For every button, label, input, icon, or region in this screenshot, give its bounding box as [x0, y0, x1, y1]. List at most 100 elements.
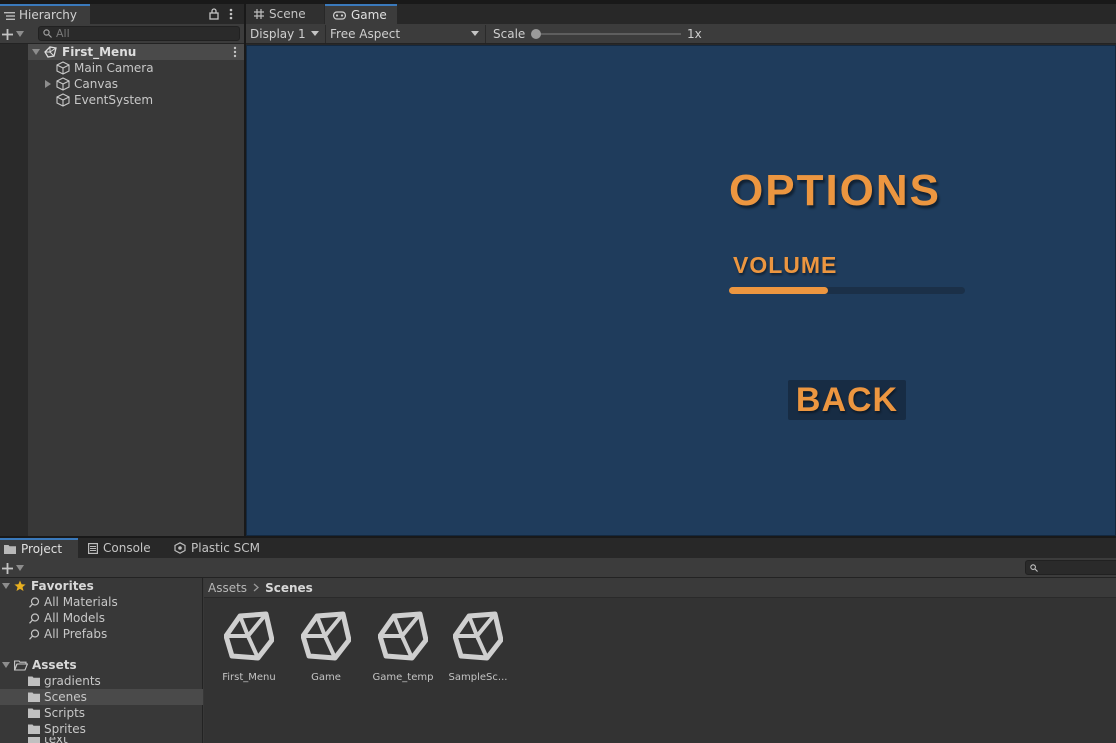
- folder-label: Sprites: [44, 722, 86, 736]
- hierarchy-gutter: [0, 44, 28, 536]
- expand-arrow-icon[interactable]: [45, 80, 51, 88]
- search-icon: [1030, 563, 1038, 572]
- project-toolbar: [0, 558, 1116, 578]
- folder-icon: [4, 545, 16, 554]
- create-asset-button[interactable]: [2, 560, 32, 576]
- project-search-field[interactable]: [1025, 560, 1116, 575]
- display-value: Display 1: [250, 27, 306, 41]
- favorite-item-prefabs[interactable]: All Prefabs: [0, 626, 203, 642]
- hierarchy-item-main-camera[interactable]: Main Camera: [28, 60, 244, 76]
- favorite-item-models[interactable]: All Models: [0, 610, 203, 626]
- volume-slider[interactable]: [729, 287, 965, 294]
- search-icon: [29, 628, 40, 640]
- folder-scenes[interactable]: Scenes: [0, 689, 203, 705]
- search-icon: [29, 596, 40, 608]
- gameobject-cube-icon: [56, 77, 70, 91]
- chevron-right-icon: [253, 583, 260, 592]
- volume-slider-fill: [729, 287, 829, 294]
- asset-name: SampleSc...: [448, 672, 508, 683]
- search-icon: [43, 29, 52, 38]
- tab-scene-label: Scene: [269, 7, 306, 21]
- scene-asset-game[interactable]: Game: [290, 610, 362, 690]
- project-panel: Project Console Plastic SCM Favorites Al…: [0, 538, 1116, 743]
- display-dropdown[interactable]: Display 1: [246, 25, 326, 43]
- folder-sprites[interactable]: Sprites: [0, 721, 203, 737]
- game-viewport[interactable]: OPTIONS VOLUME BACK: [246, 45, 1116, 536]
- folder-icon: [28, 708, 40, 718]
- folder-gradients[interactable]: gradients: [0, 673, 203, 689]
- expand-arrow-icon[interactable]: [32, 49, 40, 55]
- scale-slider-track[interactable]: [536, 33, 681, 35]
- gameobject-cube-icon: [56, 93, 70, 107]
- tab-hierarchy[interactable]: Hierarchy: [0, 4, 90, 24]
- tab-project[interactable]: Project: [0, 538, 78, 558]
- plastic-scm-icon: [174, 542, 186, 554]
- scene-row[interactable]: First_Menu: [28, 44, 244, 60]
- project-tabbar: Project Console Plastic SCM: [0, 538, 1116, 558]
- chevron-down-icon: [16, 565, 24, 571]
- hierarchy-item-eventsystem[interactable]: EventSystem: [28, 92, 244, 108]
- gamepad-icon: [333, 10, 346, 20]
- create-dropdown-button[interactable]: [2, 26, 32, 42]
- aspect-dropdown[interactable]: Free Aspect: [326, 25, 486, 43]
- hierarchy-item-label: Main Camera: [74, 61, 154, 75]
- back-button[interactable]: BACK: [788, 380, 906, 420]
- folder-label: gradients: [44, 674, 101, 688]
- expand-arrow-icon[interactable]: [2, 662, 10, 668]
- breadcrumb-scenes[interactable]: Scenes: [265, 581, 313, 595]
- star-icon: [14, 580, 26, 591]
- unity-scene-icon: [378, 611, 428, 661]
- hierarchy-item-label: Canvas: [74, 77, 119, 91]
- tab-plastic-label: Plastic SCM: [191, 541, 260, 555]
- open-folder-icon: [14, 659, 28, 671]
- plus-icon: [2, 562, 13, 574]
- scene-asset-game-temp[interactable]: Game_temp: [367, 610, 439, 690]
- favorite-item-materials[interactable]: All Materials: [0, 594, 203, 610]
- hierarchy-toolbar: [0, 24, 244, 44]
- more-menu-icon[interactable]: [226, 7, 236, 21]
- hierarchy-search-input[interactable]: [56, 27, 226, 40]
- hierarchy-item-label: EventSystem: [74, 93, 154, 107]
- asset-name: Game: [311, 672, 341, 683]
- tab-plastic-scm[interactable]: Plastic SCM: [170, 538, 270, 558]
- scene-name: First_Menu: [62, 45, 137, 59]
- lock-icon[interactable]: [208, 7, 220, 21]
- gameobject-cube-icon: [56, 61, 70, 75]
- search-icon: [29, 612, 40, 624]
- game-panel: Scene Game Display 1 Free Aspect Scale 1…: [246, 4, 1116, 536]
- unity-scene-icon: [224, 611, 274, 661]
- project-search-input[interactable]: [1038, 561, 1108, 574]
- hierarchy-tabbar: Hierarchy: [0, 4, 244, 24]
- hierarchy-panel: Hierarchy First_Menu Main Camera: [0, 4, 244, 536]
- breadcrumb: Assets Scenes: [204, 578, 1116, 598]
- folder-scripts[interactable]: Scripts: [0, 705, 203, 721]
- scene-asset-first-menu[interactable]: First_Menu: [213, 610, 285, 690]
- favorites-label: Favorites: [31, 579, 94, 593]
- scale-slider-handle[interactable]: [531, 29, 541, 39]
- folder-label: Scripts: [44, 706, 86, 720]
- tab-console[interactable]: Console: [84, 538, 168, 558]
- breadcrumb-assets[interactable]: Assets: [208, 581, 247, 595]
- tab-game[interactable]: Game: [325, 4, 397, 24]
- project-folder-tree: Favorites All Materials All Models All P…: [0, 578, 203, 743]
- list-icon: [4, 8, 15, 22]
- folder-icon: [28, 737, 40, 743]
- aspect-value: Free Aspect: [330, 27, 401, 41]
- options-title: OPTIONS: [729, 166, 942, 215]
- scene-asset-samplescene[interactable]: SampleSc...: [442, 610, 514, 690]
- hierarchy-search-field[interactable]: [38, 26, 240, 41]
- expand-arrow-icon[interactable]: [2, 583, 10, 589]
- scene-menu-icon[interactable]: [232, 46, 238, 58]
- tab-console-label: Console: [103, 541, 151, 555]
- plus-icon: [2, 28, 13, 40]
- hierarchy-item-canvas[interactable]: Canvas: [28, 76, 244, 92]
- tab-game-label: Game: [351, 8, 387, 22]
- folder-label: text: [44, 737, 68, 743]
- favorite-item-label: All Materials: [44, 595, 118, 609]
- favorites-header[interactable]: Favorites: [0, 578, 203, 594]
- scale-value: 1x: [687, 27, 702, 41]
- folder-text[interactable]: text: [0, 737, 203, 743]
- assets-header[interactable]: Assets: [0, 657, 203, 673]
- grid-icon: [254, 9, 264, 19]
- tab-scene[interactable]: Scene: [246, 4, 324, 24]
